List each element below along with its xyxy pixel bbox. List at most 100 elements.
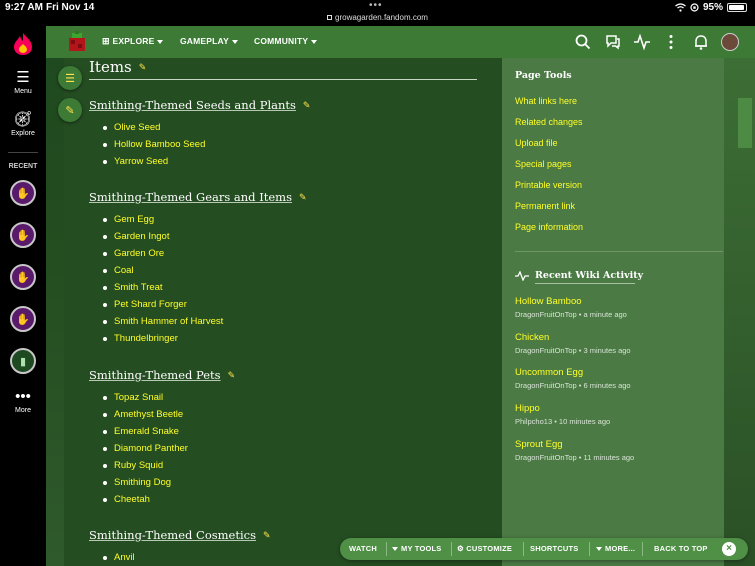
list-item[interactable]: Olive Seed [89, 122, 310, 139]
more-tools-button[interactable]: MORE... [596, 544, 635, 553]
list-item[interactable]: Emerald Snake [89, 426, 235, 443]
recent-activity-title: Recent Wiki Activity [535, 270, 644, 281]
my-tools-button[interactable]: MY TOOLS [392, 544, 442, 553]
activity-page-link[interactable]: Hollow Bamboo [515, 296, 627, 307]
list-item[interactable]: Pet Shard Forger [89, 299, 307, 316]
list-item[interactable]: Amethyst Beetle [89, 409, 235, 426]
list-item[interactable]: Smith Treat [89, 282, 307, 299]
list-item[interactable]: Anvil [89, 552, 271, 566]
list-item[interactable]: Garden Ingot [89, 231, 307, 248]
nav-community[interactable]: COMMUNITY [254, 36, 318, 46]
chevron-down-icon [596, 547, 602, 552]
edit-page-button[interactable]: ✎ [58, 98, 82, 122]
nav-explore[interactable]: ⊞ EXPLORE [102, 36, 164, 47]
edit-pencil-icon[interactable]: ✎ [303, 101, 311, 111]
list-item[interactable]: Smith Hammer of Harvest [89, 316, 307, 333]
activity-meta: DragonFruitOnTop • 11 minutes ago [515, 453, 635, 462]
fandom-left-rail: ☰ Menu 🧭︎ Explore RECENT ✋ ✋ ✋ ✋ ▮ ••• M… [0, 26, 46, 566]
list-icon: ☰ [65, 72, 75, 85]
activity-page-link[interactable]: Hippo [515, 403, 610, 414]
wifi-icon [675, 3, 686, 12]
edit-pencil-icon[interactable]: ✎ [263, 531, 271, 541]
right-rail: Page Tools What links here Related chang… [502, 58, 724, 566]
close-icon[interactable]: × [722, 542, 736, 556]
edit-pencil-icon[interactable]: ✎ [299, 193, 307, 203]
address-bar[interactable]: growagarden.fandom.com [0, 13, 755, 22]
nav-gameplay[interactable]: GAMEPLAY [180, 36, 238, 46]
activity-meta: DragonFruitOnTop • a minute ago [515, 310, 627, 319]
table-of-contents-button[interactable]: ☰ [58, 66, 82, 90]
section-heading: Smithing-Themed Pets ✎ [89, 368, 235, 382]
tool-link-printable-version[interactable]: Printable version [515, 180, 582, 190]
recent-wiki-icon[interactable]: ✋ [10, 222, 36, 248]
list-item[interactable]: Gem Egg [89, 214, 307, 231]
more-dots-icon: ••• [15, 388, 31, 405]
list-item[interactable]: Smithing Dog [89, 477, 235, 494]
wiki-logo-icon[interactable] [66, 31, 88, 53]
section-heading-text: Smithing-Themed Seeds and Plants [89, 98, 296, 112]
tool-link-special-pages[interactable]: Special pages [515, 159, 572, 169]
rail-divider [515, 251, 723, 252]
section-heading-text: Smithing-Themed Gears and Items [89, 190, 292, 204]
customize-button[interactable]: ⚙ CUSTOMIZE [457, 544, 512, 553]
activity-meta: DragonFruitOnTop • 6 minutes ago [515, 381, 631, 390]
background-scene-left [46, 58, 64, 566]
list-item[interactable]: Diamond Panther [89, 443, 235, 460]
watch-button[interactable]: WATCH [349, 544, 377, 553]
shortcuts-button[interactable]: SHORTCUTS [530, 544, 578, 553]
search-icon[interactable] [574, 33, 592, 51]
edit-pencil-icon[interactable]: ✎ [139, 63, 147, 73]
list-item[interactable]: Yarrow Seed [89, 156, 310, 173]
section-heading-text: Smithing-Themed Pets [89, 368, 221, 382]
list-item[interactable]: Thundelbringer [89, 333, 307, 350]
global-toolbar: WATCH MY TOOLS ⚙ CUSTOMIZE SHORTCUTS MOR… [340, 538, 748, 560]
activity-page-link[interactable]: Sprout Egg [515, 439, 634, 450]
nav-community-label: COMMUNITY [254, 36, 309, 46]
toolbar-divider [642, 542, 643, 556]
toolbar-divider [523, 542, 524, 556]
user-avatar[interactable] [721, 33, 739, 51]
chevron-down-icon [311, 39, 318, 44]
my-tools-label: MY TOOLS [401, 544, 442, 553]
recent-wiki-icon[interactable]: ▮ [10, 348, 36, 374]
tool-link-what-links-here[interactable]: What links here [515, 96, 577, 106]
activity-meta: DragonFruitOnTop • 3 minutes ago [515, 346, 631, 355]
back-to-top-button[interactable]: BACK TO TOP [654, 544, 708, 553]
discussions-icon[interactable] [604, 33, 622, 51]
compass-icon: 🧭︎ [13, 111, 33, 128]
tool-link-upload-file[interactable]: Upload file [515, 138, 558, 148]
activity-page-link[interactable]: Uncommon Egg [515, 367, 631, 378]
list-item[interactable]: Coal [89, 265, 307, 282]
tool-link-related-changes[interactable]: Related changes [515, 117, 583, 127]
list-item[interactable]: Cheetah [89, 494, 235, 511]
recent-wiki-icon[interactable]: ✋ [10, 264, 36, 290]
section-heading: Smithing-Themed Cosmetics ✎ [89, 528, 271, 542]
recent-wiki-icon[interactable]: ✋ [10, 180, 36, 206]
list-item[interactable]: Ruby Squid [89, 460, 235, 477]
activity-meta: Philpcho13 • 10 minutes ago [515, 417, 611, 426]
list-item[interactable]: Hollow Bamboo Seed [89, 139, 310, 156]
more-label: More [15, 407, 31, 414]
gear-icon: ⚙ [457, 544, 467, 553]
chevron-down-icon [157, 39, 164, 44]
menu-button[interactable]: ☰ Menu [0, 70, 46, 96]
more-button[interactable]: ••• More [0, 388, 46, 415]
explore-button[interactable]: 🧭︎ Explore [0, 111, 46, 138]
article-content: Items ✎ Smithing-Themed Seeds and Plants ✎… [64, 58, 502, 566]
activity-icon[interactable] [633, 33, 651, 51]
kebab-menu-icon[interactable] [662, 33, 680, 51]
multitask-dots-icon[interactable]: ••• [369, 0, 383, 11]
list-item[interactable]: Garden Ore [89, 248, 307, 265]
list-item[interactable]: Topaz Snail [89, 392, 235, 409]
tool-link-permanent-link[interactable]: Permanent link [515, 201, 575, 211]
activity-page-link[interactable]: Chicken [515, 332, 631, 343]
nav-gameplay-label: GAMEPLAY [180, 36, 229, 46]
section-heading: Smithing-Themed Seeds and Plants ✎ [89, 98, 310, 112]
edit-pencil-icon[interactable]: ✎ [228, 371, 236, 381]
section-heading-text: Smithing-Themed Cosmetics [89, 528, 256, 542]
tool-link-page-information[interactable]: Page information [515, 222, 583, 232]
recent-wiki-icon[interactable]: ✋ [10, 306, 36, 332]
notifications-bell-icon[interactable] [692, 33, 710, 51]
section-cosmetics: Smithing-Themed Cosmetics ✎ Anvil [89, 528, 271, 566]
fandom-logo-icon[interactable] [12, 32, 34, 56]
